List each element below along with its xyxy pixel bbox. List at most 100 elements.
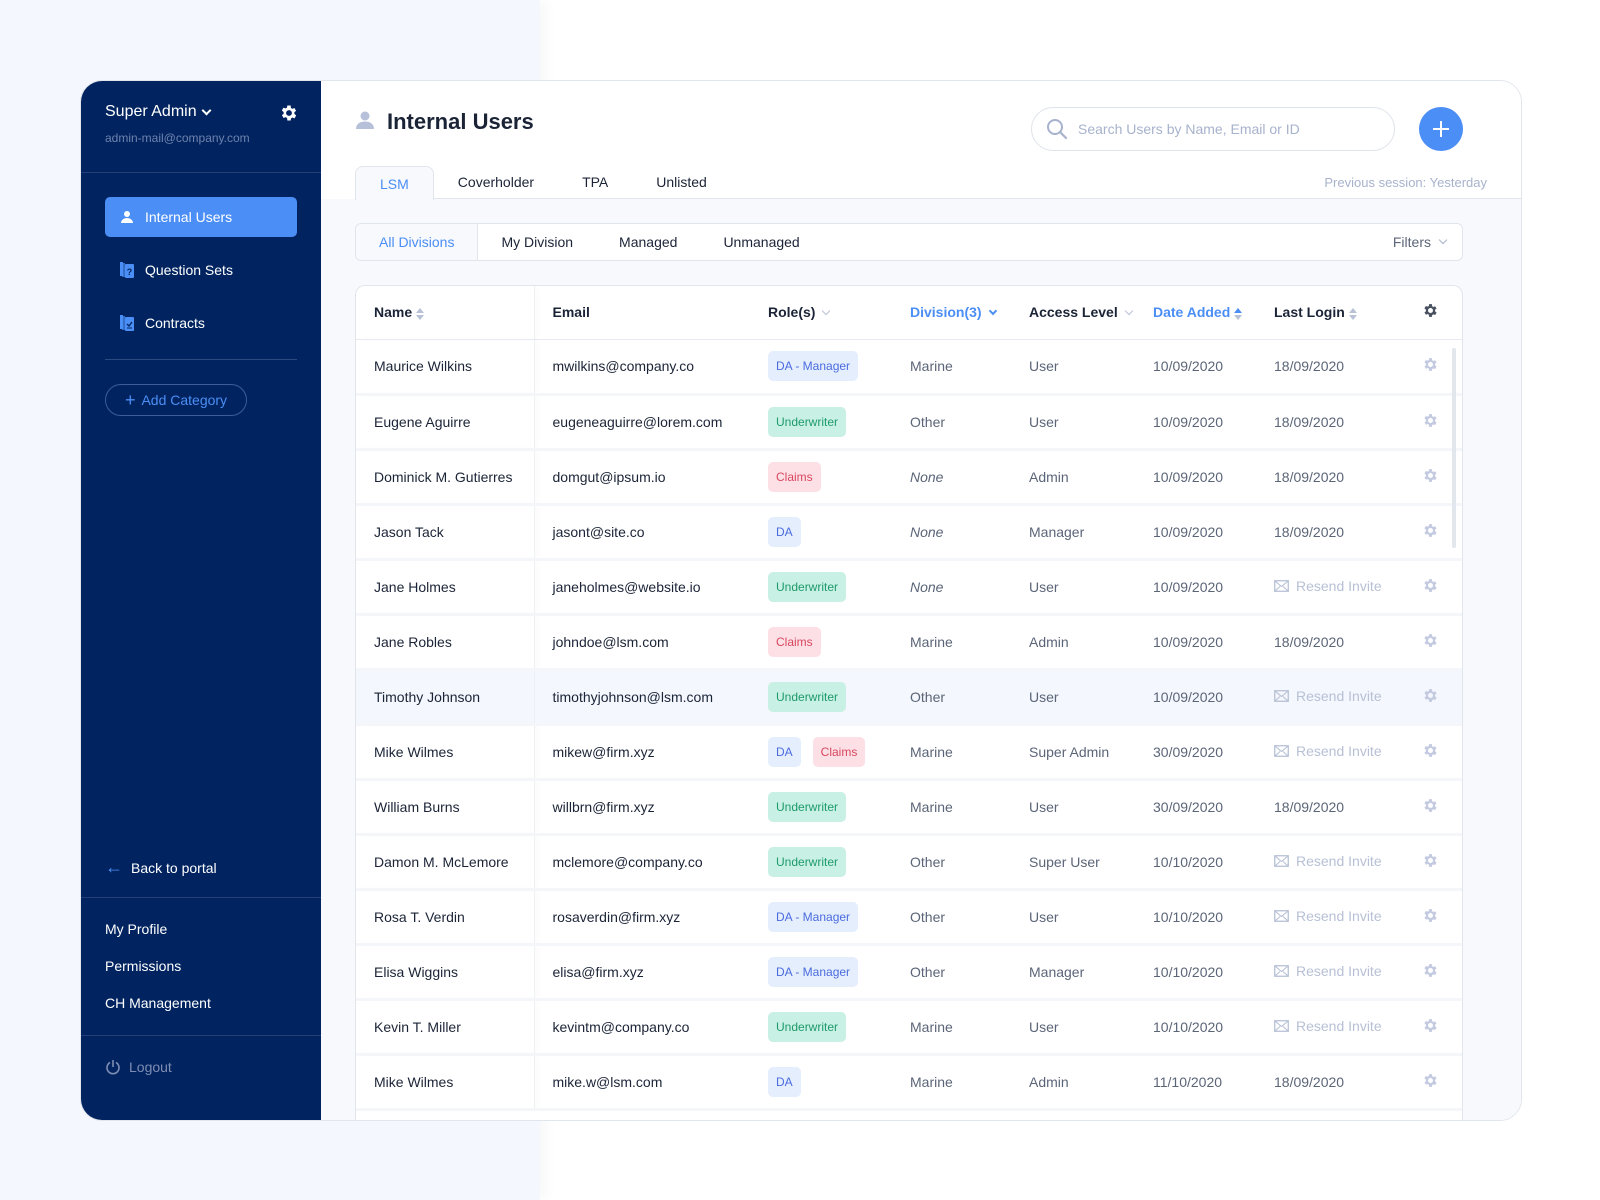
contract-doc-icon	[119, 315, 135, 331]
table-row[interactable]: Mike Wilmes mike.w@lsm.com DA Marine Admin 11…	[356, 1054, 1462, 1111]
sidebar-links: My Profile Permissions CH Management	[105, 919, 211, 1030]
cell-date-added: 30/09/2020	[1135, 779, 1256, 836]
back-to-portal-link[interactable]: ← Back to portal	[105, 857, 217, 878]
column-header-name[interactable]: Name	[356, 286, 535, 340]
user-menu[interactable]: Super Admin	[105, 103, 297, 121]
cell-date-added: 10/09/2020	[1135, 614, 1256, 671]
cell-last-login: Resend Invite	[1256, 724, 1396, 781]
tab-unlisted[interactable]: Unlisted	[632, 165, 731, 199]
table-row[interactable]: Damon M. McLemore mclemore@company.co Unde…	[356, 834, 1462, 891]
cell-date-added: 10/10/2020	[1135, 944, 1256, 1001]
cell-last-login: 18/09/2020	[1256, 449, 1396, 506]
sidebar-header: Super Admin admin-mail@company.com	[81, 81, 321, 173]
row-settings-button[interactable]	[1396, 669, 1462, 726]
resend-invite-button[interactable]: Resend Invite	[1274, 688, 1382, 704]
logout-button[interactable]: Logout	[105, 1059, 172, 1075]
table-row[interactable]: Dominick M. Gutierres domgut@ipsum.io Clai…	[356, 449, 1462, 506]
table-row[interactable]: Elisa Wiggins elisa@firm.xyz DA - Manager O…	[356, 944, 1462, 1001]
cell-date-added: 30/09/2020	[1135, 724, 1256, 781]
arrow-left-icon: ←	[105, 857, 123, 877]
subtab-my-division[interactable]: My Division	[478, 224, 596, 260]
cell-division: Other	[892, 669, 1011, 726]
search-box[interactable]	[1031, 107, 1395, 151]
row-settings-button[interactable]	[1396, 834, 1462, 891]
table-row[interactable]: Jane Robles johndoe@lsm.com Claims Marine Ad…	[356, 614, 1462, 671]
column-settings[interactable]	[1396, 286, 1462, 340]
search-input[interactable]	[1078, 121, 1368, 137]
table-row[interactable]: Rosa T. Verdin rosaverdin@firm.xyz DA - Ma…	[356, 889, 1462, 946]
table-row[interactable]: William Burns willbrn@firm.xyz Underwriter…	[356, 779, 1462, 836]
resend-invite-button[interactable]: Resend Invite	[1274, 578, 1382, 594]
add-user-button[interactable]	[1419, 107, 1463, 151]
row-settings-button[interactable]	[1396, 1054, 1462, 1111]
cell-name: Jane Holmes	[356, 559, 535, 616]
gear-icon[interactable]	[279, 103, 299, 123]
table-row[interactable]: Jane Holmes janeholmes@website.io Underwri…	[356, 559, 1462, 616]
row-settings-button[interactable]	[1396, 614, 1462, 671]
cell-date-added: 10/09/2020	[1135, 339, 1256, 396]
sidebar-item-label: Question Sets	[145, 262, 233, 278]
column-header-roles[interactable]: Role(s)	[750, 286, 892, 340]
sidebar-item-contracts[interactable]: Contracts	[105, 303, 297, 343]
role-badge: Underwriter	[768, 1011, 847, 1042]
role-badge: DA - Manager	[768, 901, 859, 932]
permissions-link[interactable]: Permissions	[105, 956, 211, 993]
resend-invite-button[interactable]: Resend Invite	[1274, 1018, 1382, 1034]
gear-icon	[1422, 963, 1439, 982]
last-login: 18/09/2020	[1274, 633, 1345, 650]
subtab-unmanaged[interactable]: Unmanaged	[700, 224, 822, 260]
table-row[interactable]: Kevin T. Miller kevintm@company.co Underwr…	[356, 999, 1462, 1056]
row-settings-button[interactable]	[1396, 779, 1462, 836]
row-settings-button[interactable]	[1396, 999, 1462, 1056]
cell-last-login: Resend Invite	[1256, 999, 1396, 1056]
column-header-division[interactable]: Division(3)	[892, 286, 1011, 340]
cell-name: Timothy Johnson	[356, 669, 535, 726]
row-settings-button[interactable]	[1396, 944, 1462, 1001]
cell-email: elisa@firm.xyz	[534, 944, 750, 1001]
column-header-last-login[interactable]: Last Login	[1256, 286, 1396, 340]
sidebar-item-question-sets[interactable]: ? Question Sets	[105, 250, 297, 290]
cell-date-added: 10/09/2020	[1135, 559, 1256, 616]
tab-lsm[interactable]: LSM	[355, 166, 434, 200]
gear-icon	[1422, 413, 1439, 432]
resend-invite-button[interactable]: Resend Invite	[1274, 963, 1382, 979]
table-row[interactable]: Timothy Johnson timothyjohnson@lsm.com Und…	[356, 669, 1462, 726]
gear-icon	[1422, 468, 1439, 487]
sidebar-nav: Internal Users ? Question Sets Contracts	[81, 173, 321, 343]
resend-invite-button[interactable]: Resend Invite	[1274, 743, 1382, 759]
cell-access-level: Super Admin	[1011, 724, 1135, 781]
role-badge: Claims	[812, 736, 866, 767]
ch-management-link[interactable]: CH Management	[105, 993, 211, 1030]
gear-icon	[1422, 1073, 1439, 1092]
cell-roles: DA	[750, 504, 892, 561]
cell-roles: Claims	[750, 614, 892, 671]
row-settings-button[interactable]	[1396, 559, 1462, 616]
filters-dropdown[interactable]: Filters	[1393, 234, 1448, 250]
subtab-managed[interactable]: Managed	[596, 224, 700, 260]
resend-invite-button[interactable]: Resend Invite	[1274, 853, 1382, 869]
cell-last-login: Resend Invite	[1256, 834, 1396, 891]
column-header-date-added[interactable]: Date Added	[1135, 286, 1256, 340]
add-category-button[interactable]: + Add Category	[105, 384, 247, 416]
tab-coverholder[interactable]: Coverholder	[434, 165, 558, 199]
scrollbar[interactable]	[1452, 348, 1456, 548]
cell-email: mikew@firm.xyz	[534, 724, 750, 781]
gear-icon	[1422, 633, 1439, 652]
power-icon	[106, 1060, 120, 1075]
column-header-access-level[interactable]: Access Level	[1011, 286, 1135, 340]
table-row[interactable]: Eugene Aguirre eugeneaguirre@lorem.com Und…	[356, 394, 1462, 451]
table-row[interactable]: Maurice Wilkins mwilkins@company.co DA - M…	[356, 339, 1462, 396]
cell-date-added: 10/09/2020	[1135, 449, 1256, 506]
row-settings-button[interactable]	[1396, 724, 1462, 781]
cell-roles: Underwriter	[750, 394, 892, 451]
cell-last-login: 18/09/2020	[1256, 504, 1396, 561]
tab-tpa[interactable]: TPA	[558, 165, 632, 199]
table-row[interactable]: Jason Tack jasont@site.co DA None Manager 10/…	[356, 504, 1462, 561]
resend-invite-button[interactable]: Resend Invite	[1274, 908, 1382, 924]
my-profile-link[interactable]: My Profile	[105, 919, 211, 956]
cell-last-login: Resend Invite	[1256, 559, 1396, 616]
subtab-all-divisions[interactable]: All Divisions	[356, 224, 479, 260]
sidebar-item-internal-users[interactable]: Internal Users	[105, 197, 297, 237]
row-settings-button[interactable]	[1396, 889, 1462, 946]
table-row[interactable]: Mike Wilmes mikew@firm.xyz DA Claims Marine S…	[356, 724, 1462, 781]
